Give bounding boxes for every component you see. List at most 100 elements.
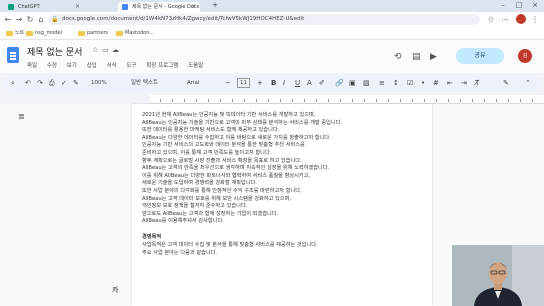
avatar[interactable]: 김 — [518, 49, 532, 63]
bold-icon[interactable]: B — [271, 78, 276, 88]
menu-icon[interactable]: ⋮ — [530, 15, 540, 24]
text-color-icon[interactable]: A — [307, 78, 312, 88]
paragraph-line: AllBeau는 고객의 만족을 최우선으로 생각하며 지속적인 성장을 위해 … — [142, 165, 330, 172]
address-bar[interactable]: 🔒 docs.google.com/document/d/1W4kN73zHk4… — [48, 14, 480, 25]
close-tab-icon[interactable]: × — [191, 2, 196, 12]
extensions-icon[interactable]: ⋯ — [500, 15, 510, 24]
star-icon[interactable]: ☆ — [486, 15, 496, 24]
lock-icon: 🔒 — [51, 16, 59, 23]
section-heading: 경영목적 — [142, 234, 162, 240]
google-docs-icon[interactable] — [7, 47, 19, 63]
highlight-icon[interactable]: ✐ — [319, 78, 325, 88]
video-call-icon[interactable]: ▶ — [430, 52, 437, 62]
style-select[interactable]: 일반 텍스트 — [131, 78, 158, 88]
document-outline-icon[interactable]: ≣ — [18, 112, 25, 121]
docs-header: 제목 없는 문서 ☆ ▭ ☁ 파일 수정 보기 삽입 서식 도구 확장 프로그램… — [0, 40, 544, 73]
back-icon[interactable]: ← — [3, 15, 13, 24]
star-icon[interactable]: ☆ — [92, 46, 98, 54]
paragraph-line: 또한 사업 분야의 다각화를 통해 안정적인 수익 구조를 마련하고자 합니다. — [142, 188, 302, 194]
search-menus-icon[interactable]: ⌕ — [11, 78, 15, 88]
decrease-indent-icon[interactable]: ⇤ — [447, 78, 453, 88]
align-icon[interactable]: ≡ — [379, 78, 385, 88]
bookmarks-bar: 노트 nsg_model partners Mastodon... — [0, 27, 544, 40]
folder-icon — [116, 31, 123, 36]
paragraph-line: 또한 데이터를 활용한 마케팅 서비스도 함께 제공하고 있습니다. — [142, 127, 280, 134]
font-size-input[interactable]: 11 — [237, 78, 250, 88]
share-button[interactable]: 공유 — [456, 48, 504, 64]
new-tab-icon[interactable]: + — [208, 1, 222, 9]
home-icon[interactable]: ⌂ — [36, 15, 46, 24]
minimize-icon[interactable]: – — [496, 1, 510, 9]
ruler-tick — [316, 99, 317, 102]
folder-icon — [26, 31, 33, 36]
ruler-tick — [232, 99, 233, 102]
ruler[interactable] — [150, 95, 544, 104]
tab-label: 제목 없는 문서 - Google Docs — [132, 4, 200, 10]
editing-mode-icon[interactable]: ✎ — [503, 78, 509, 88]
profile-icon[interactable] — [516, 14, 526, 24]
comment-icon[interactable]: ▤ — [412, 52, 421, 62]
ruler-tick — [244, 99, 245, 102]
redo-icon[interactable]: ↷ — [37, 78, 43, 88]
ruler-tick — [196, 99, 197, 102]
menu-item-tools[interactable]: 도구 — [126, 63, 136, 69]
paragraph-line: AllBeau는 인공지능 기술을 기반으로 고객의 피부 상태를 분석하는 서… — [142, 119, 343, 126]
ruler-tick — [400, 99, 401, 102]
link-icon[interactable]: 🔗 — [335, 78, 344, 88]
bookmark-item[interactable]: Mastodon... — [116, 28, 154, 38]
clear-formatting-icon[interactable]: T̸ — [475, 78, 479, 88]
zoom-select[interactable]: 100% — [91, 78, 107, 88]
menu-bar: 파일 수정 보기 삽입 서식 도구 확장 프로그램 도움말 — [27, 61, 211, 69]
tab-google-docs[interactable]: 제목 없는 문서 - Google Docs × — [118, 2, 200, 12]
ruler-tick — [412, 99, 413, 102]
bookmark-item[interactable]: partners — [78, 28, 108, 38]
checklist-icon[interactable]: ☑ — [407, 78, 413, 88]
decrease-font-size-icon[interactable]: − — [225, 78, 231, 88]
ruler-tick — [256, 99, 257, 102]
paragraph-line: 개인정보 보호 정책을 철저히 준수하고 있습니다. — [142, 203, 248, 210]
increase-indent-icon[interactable]: ⇥ — [461, 78, 467, 88]
undo-icon[interactable]: ↶ — [25, 78, 31, 88]
forward-icon[interactable]: → — [14, 15, 24, 24]
line-spacing-icon[interactable]: ↕ — [393, 78, 399, 88]
document-page[interactable]: 2021년 현재 AllBeau는 인공지능 및 빅데이터 기반 서비스를 개발… — [132, 104, 432, 306]
tab-chatgpt[interactable]: ChatGPT × — [4, 2, 84, 12]
spellcheck-icon[interactable]: ✓ — [61, 78, 67, 88]
underline-icon[interactable]: U — [295, 78, 300, 88]
menu-item-insert[interactable]: 삽입 — [87, 63, 97, 69]
italic-icon[interactable]: I — [283, 78, 285, 88]
insert-image-icon[interactable]: ▨ — [363, 78, 370, 88]
ruler-tick — [376, 99, 377, 102]
paint-format-icon[interactable]: ✎ — [73, 78, 79, 88]
hide-menus-icon[interactable]: ⌃ — [525, 78, 531, 88]
menu-item-view[interactable]: 보기 — [67, 63, 77, 69]
paragraph-line: 앞으로도 AllBeau는 고객과 함께 성장하는 기업이 되겠습니다. — [142, 210, 279, 217]
bookmark-item[interactable]: nsg_model — [26, 28, 62, 38]
bookmark-item[interactable]: 노트 — [6, 28, 24, 38]
reload-icon[interactable]: ↻ — [25, 15, 35, 24]
bulleted-list-icon[interactable]: • — [421, 78, 425, 88]
move-folder-icon[interactable]: ▭ — [102, 46, 109, 54]
history-icon[interactable]: ⟲ — [394, 52, 402, 62]
increase-font-size-icon[interactable]: + — [257, 78, 263, 88]
tab-label: ChatGPT — [18, 4, 40, 10]
menu-item-edit[interactable]: 수정 — [47, 63, 57, 69]
menu-item-format[interactable]: 서식 — [107, 63, 117, 69]
ruler-tick — [508, 99, 509, 102]
close-tab-icon[interactable]: × — [75, 2, 80, 12]
print-icon[interactable]: ⎙ — [49, 78, 55, 88]
menu-item-help[interactable]: 도움말 — [188, 63, 203, 69]
paragraph-line: 인공지능 기반 서비스의 고도화와 데이터 분석을 통한 맞춤형 추천 서비스를 — [142, 142, 305, 149]
ruler-tick — [160, 99, 161, 102]
ruler-tick — [292, 99, 293, 102]
numbered-list-icon[interactable]: # — [433, 78, 439, 88]
paragraph-line: AllBeau를 이용해주셔서 감사합니다. — [142, 218, 224, 225]
menu-item-extensions[interactable]: 확장 프로그램 — [146, 63, 178, 69]
close-window-icon[interactable]: × — [528, 1, 542, 9]
document-title[interactable]: 제목 없는 문서 — [27, 45, 82, 58]
font-select[interactable]: Arial — [187, 78, 199, 88]
maximize-icon[interactable]: □ — [512, 1, 526, 9]
add-comment-icon[interactable]: ▣ — [349, 78, 356, 88]
menu-item-file[interactable]: 파일 — [27, 63, 37, 69]
ruler-tick — [520, 99, 521, 102]
